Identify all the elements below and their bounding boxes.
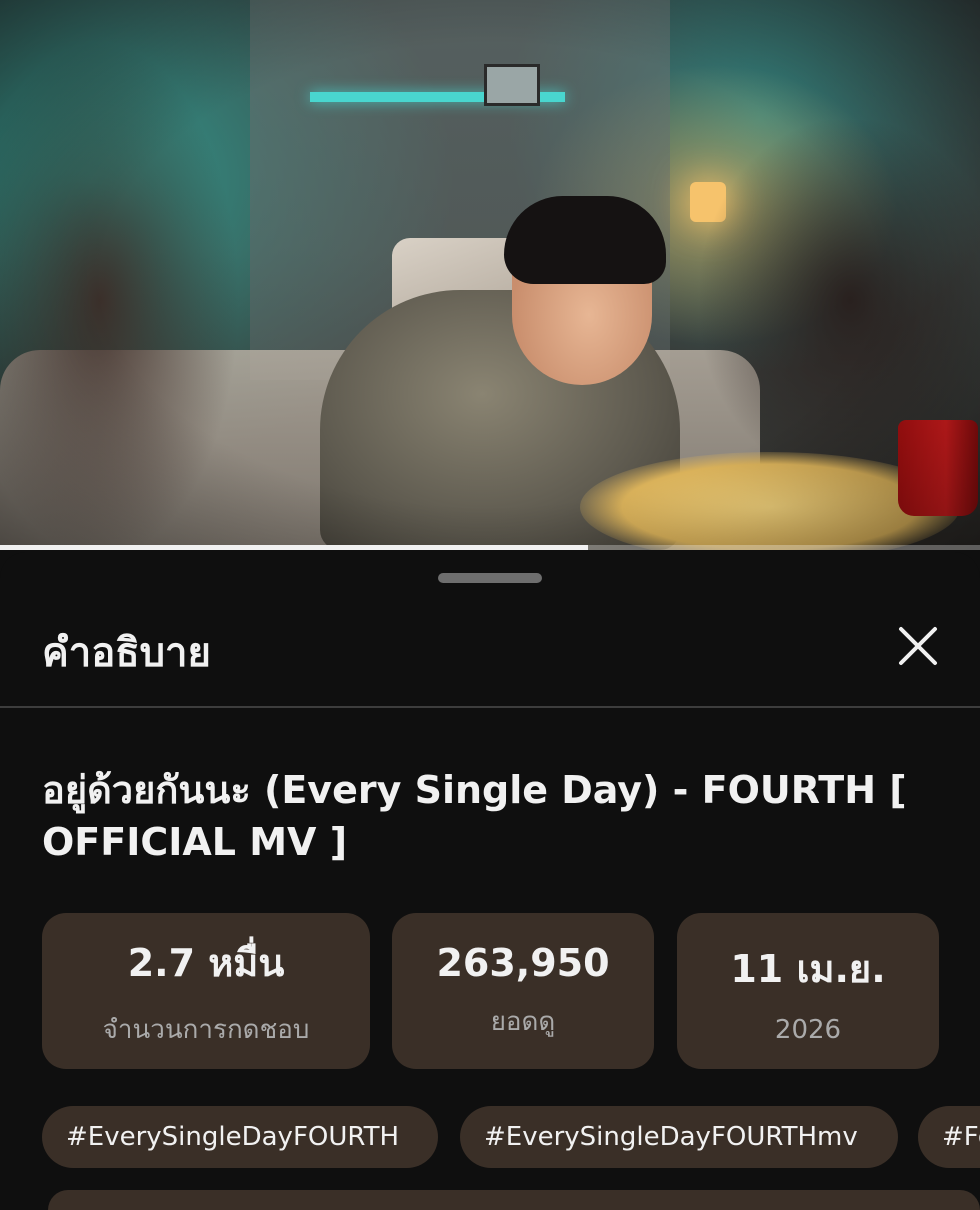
- description-sheet: คำอธิบาย อยู่ด้วยกันนะ (Every Single Day…: [0, 552, 980, 1210]
- video-title: อยู่ด้วยกันนะ (Every Single Day) - FOURT…: [42, 768, 907, 864]
- hashtag-chip[interactable]: #EverySingleDayFOURTH: [42, 1106, 438, 1168]
- sheet-divider: [0, 706, 980, 708]
- likes-stat: 2.7 หมื่น จำนวนการกดชอบ: [42, 913, 370, 1069]
- publish-date: 11 เม.ย.: [730, 946, 886, 991]
- video-frame-vignette: [0, 0, 980, 550]
- close-button[interactable]: [892, 620, 944, 672]
- publish-year: 2026: [774, 1014, 842, 1045]
- publish-date-stat: 11 เม.ย. 2026: [677, 913, 939, 1069]
- views-label: ยอดดู: [490, 1006, 556, 1037]
- video-progress-bar[interactable]: [0, 545, 980, 550]
- hashtag-chip[interactable]: #Fo: [918, 1106, 980, 1168]
- likes-count: 2.7 หมื่น: [127, 941, 285, 985]
- close-icon: [899, 627, 937, 665]
- video-player[interactable]: [0, 0, 980, 550]
- next-section-peek: [48, 1190, 980, 1210]
- sheet-title: คำอธิบาย: [42, 630, 211, 676]
- video-progress-fill: [0, 545, 588, 550]
- likes-label: จำนวนการกดชอบ: [102, 1015, 310, 1045]
- views-stat: 263,950 ยอดดู: [392, 913, 654, 1069]
- sheet-drag-handle[interactable]: [438, 573, 542, 583]
- views-count: 263,950: [436, 940, 610, 985]
- hashtag-chip[interactable]: #EverySingleDayFOURTHmv: [460, 1106, 898, 1168]
